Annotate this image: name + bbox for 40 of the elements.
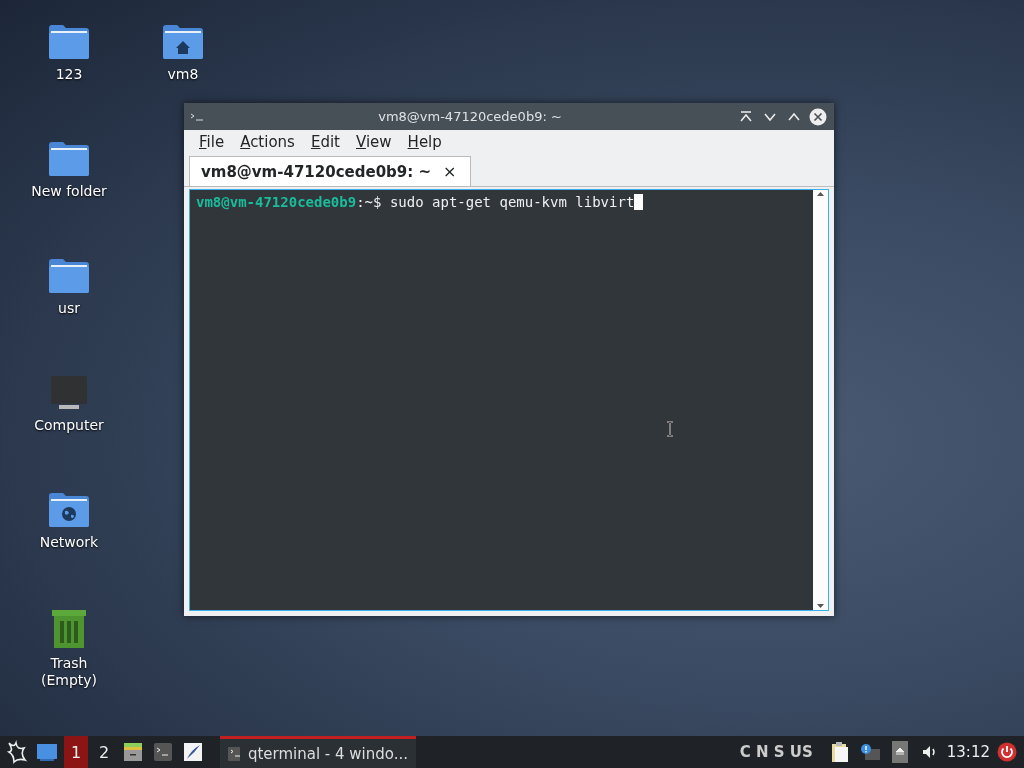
close-button[interactable] bbox=[808, 106, 828, 127]
folder-icon bbox=[48, 141, 90, 177]
menu-item[interactable]: Actions bbox=[233, 133, 302, 151]
text-cursor bbox=[634, 194, 644, 210]
terminal-icon bbox=[190, 111, 204, 122]
monitor-icon bbox=[50, 375, 88, 411]
clock[interactable]: 13:12 bbox=[946, 743, 990, 761]
desktop-icon-label[interactable]: Trash (Empty) bbox=[40, 655, 98, 689]
menu-item[interactable]: Help bbox=[400, 133, 449, 151]
desktop-icon-label[interactable]: usr bbox=[58, 300, 80, 317]
chevron-up-icon bbox=[787, 111, 801, 122]
desktop-icon-label[interactable]: New folder bbox=[31, 183, 107, 200]
menu-item[interactable]: Edit bbox=[303, 133, 347, 151]
terminal-icon bbox=[228, 746, 240, 761]
terminal-area[interactable]: vm8@vm-47120cede0b9:~$ sudo apt-get qemu-kvm libvirt bbox=[189, 189, 829, 611]
trash-icon bbox=[51, 609, 87, 649]
folder-icon bbox=[48, 258, 90, 294]
scroll-down-arrow-icon[interactable] bbox=[816, 602, 825, 610]
folder-icon bbox=[48, 24, 90, 60]
menu-item[interactable]: File bbox=[192, 133, 232, 151]
text-pointer-icon bbox=[666, 421, 674, 437]
home-folder-icon bbox=[162, 24, 204, 60]
terminal-line: vm8@vm-47120cede0b9:~$ sudo apt-get qemu-kvm libvirt bbox=[196, 194, 635, 210]
workspace-button[interactable]: 1 bbox=[64, 736, 88, 768]
desktop-icon-label[interactable]: vm8 bbox=[167, 66, 199, 83]
keyboard-indicator[interactable]: C N S US bbox=[739, 743, 813, 761]
keep-above-icon bbox=[739, 110, 753, 123]
close-tab-button[interactable]: × bbox=[443, 162, 457, 181]
terminal-tab[interactable]: vm8@vm-47120cede0b9: ~ × bbox=[189, 156, 472, 186]
network-folder-icon bbox=[48, 492, 90, 528]
chevron-down-icon bbox=[763, 111, 777, 122]
scrollbar[interactable] bbox=[813, 190, 828, 610]
desktop-icon-label[interactable]: 123 bbox=[55, 66, 83, 83]
scroll-up-arrow-icon[interactable] bbox=[816, 190, 825, 198]
window-title: vm8@vm-47120cede0b9: ~ bbox=[377, 109, 563, 124]
desktop-icon-label[interactable]: Network bbox=[39, 534, 99, 551]
menu-item[interactable]: View bbox=[349, 133, 399, 151]
workspace-button[interactable]: 2 bbox=[92, 736, 116, 768]
desktop-icon-label[interactable]: Computer bbox=[34, 417, 104, 434]
task-button[interactable]: qterminal - 4 windo... bbox=[220, 736, 416, 768]
